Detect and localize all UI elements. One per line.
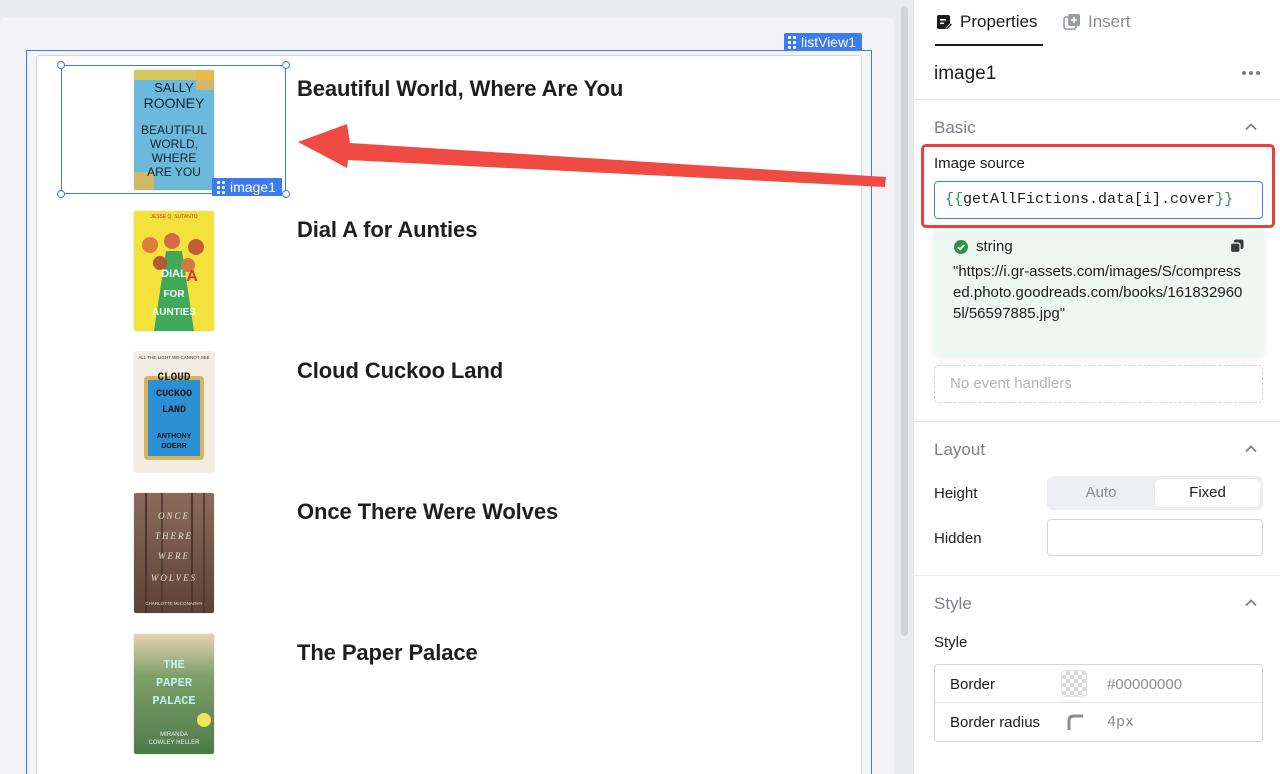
list-item[interactable]: ONCE THERE WERE WOLVES CHARLOTTE McCONAG… bbox=[37, 479, 863, 620]
resize-handle-top-left[interactable] bbox=[57, 61, 65, 69]
check-circle-icon bbox=[954, 239, 968, 254]
image-tag-label: image1 bbox=[230, 179, 276, 195]
height-toggle: Auto Fixed bbox=[1047, 476, 1263, 510]
list-item[interactable]: ALL THE LIGHT WE CANNOT SEE CLOUD CUCKOO… bbox=[37, 338, 863, 479]
section-divider bbox=[914, 421, 1280, 422]
cover-text: PAPER bbox=[156, 676, 193, 690]
cover-text: ANTHONY bbox=[157, 433, 192, 440]
cover-text: CHARLOTTE McCONAGHY bbox=[145, 601, 202, 606]
book-cover-image[interactable]: JESSE Q. SUTANTO DIAL A FOR AUNTIES bbox=[134, 211, 214, 331]
hidden-label: Hidden bbox=[934, 530, 982, 547]
tab-properties[interactable]: Properties bbox=[935, 12, 1044, 46]
border-label: Border bbox=[950, 676, 996, 693]
style-table: Border #00000000 Border radius 4px bbox=[934, 664, 1263, 742]
cover-text: ONCE bbox=[158, 511, 190, 521]
image-selection-frame[interactable] bbox=[57, 61, 290, 198]
eval-value: "https://i.gr-assets.com/images/S/compre… bbox=[953, 263, 1243, 322]
image-component-tag[interactable]: image1 bbox=[212, 178, 282, 196]
list-item[interactable]: JESSE Q. SUTANTO DIAL A FOR AUNTIES Dial… bbox=[37, 197, 863, 338]
annotation-highlight-box bbox=[921, 144, 1275, 228]
event-handlers-empty[interactable]: No event handlers bbox=[934, 365, 1263, 403]
book-title: Dial A for Aunties bbox=[297, 217, 478, 242]
book-cover-image[interactable]: ONCE THERE WERE WOLVES CHARLOTTE McCONAG… bbox=[134, 493, 214, 613]
cover-text: CLOUD bbox=[157, 372, 190, 384]
panel-tabs: Properties Insert bbox=[914, 0, 1280, 46]
style-row-border[interactable]: Border #00000000 bbox=[935, 665, 1262, 703]
editor-canvas: listView1 SALLY ROONEY BEAUTIFUL WORLD, … bbox=[0, 0, 913, 774]
cover-text: JESSE Q. SUTANTO bbox=[150, 214, 197, 220]
evaluation-popover: string "https://i.gr-assets.com/images/S… bbox=[934, 228, 1264, 354]
eval-type-label: string bbox=[976, 238, 1013, 255]
hidden-input[interactable] bbox=[1047, 519, 1263, 556]
book-title: Cloud Cuckoo Land bbox=[297, 358, 504, 383]
cover-text: A bbox=[186, 268, 198, 285]
chevron-up-icon[interactable] bbox=[1244, 120, 1258, 134]
chevron-up-icon[interactable] bbox=[1244, 596, 1258, 610]
border-radius-label: Border radius bbox=[950, 714, 1041, 731]
tab-label: Properties bbox=[960, 12, 1038, 31]
book-title: Beautiful World, Where Are You bbox=[297, 76, 624, 101]
canvas-scrollbar[interactable] bbox=[901, 6, 908, 636]
cover-text: THERE bbox=[155, 531, 193, 541]
section-basic-header[interactable]: Basic bbox=[934, 118, 976, 138]
listview-tag-label: listView1 bbox=[801, 34, 856, 50]
cover-text: AUNTIES bbox=[152, 307, 196, 318]
cover-text: DIAL bbox=[161, 268, 187, 280]
cover-text: ALL THE LIGHT WE CANNOT SEE bbox=[138, 355, 209, 360]
drag-handle-icon[interactable] bbox=[217, 180, 225, 194]
height-option-auto[interactable]: Auto bbox=[1047, 476, 1155, 510]
cover-text: DOERR bbox=[161, 443, 186, 450]
cover-text: LAND bbox=[162, 405, 186, 416]
list-item[interactable]: THE PAPER PALACE MIRANDA COWLEY HELLER T… bbox=[37, 620, 863, 761]
properties-icon bbox=[937, 15, 953, 30]
cover-text: FOR bbox=[163, 289, 185, 300]
section-layout-header[interactable]: Layout bbox=[934, 440, 985, 460]
section-divider bbox=[914, 575, 1280, 576]
border-radius-value[interactable]: 4px bbox=[1107, 714, 1134, 731]
cover-text: PALACE bbox=[152, 694, 195, 708]
cover-text: COWLEY HELLER bbox=[149, 740, 201, 746]
cover-text: WERE bbox=[158, 551, 190, 561]
book-title: Once There Were Wolves bbox=[297, 499, 559, 524]
book-cover-image[interactable]: ALL THE LIGHT WE CANNOT SEE CLOUD CUCKOO… bbox=[134, 352, 214, 472]
height-option-fixed[interactable]: Fixed bbox=[1155, 479, 1260, 507]
more-icon[interactable] bbox=[1242, 71, 1260, 75]
style-row-border-radius[interactable]: Border radius 4px bbox=[935, 703, 1262, 741]
chevron-up-icon[interactable] bbox=[1244, 442, 1258, 456]
properties-panel: Properties Insert image1 Basic Image sou… bbox=[913, 0, 1280, 774]
tab-insert[interactable]: Insert bbox=[1063, 12, 1131, 46]
resize-handle-top-right[interactable] bbox=[282, 61, 290, 69]
border-color-value[interactable]: #00000000 bbox=[1107, 676, 1182, 693]
component-header: image1 bbox=[914, 46, 1280, 100]
resize-handle-bottom-right[interactable] bbox=[282, 190, 290, 198]
border-radius-icon bbox=[1067, 714, 1083, 730]
cover-text: MIRANDA bbox=[160, 732, 188, 738]
color-swatch[interactable] bbox=[1061, 670, 1087, 697]
copy-icon[interactable] bbox=[1230, 239, 1244, 253]
insert-icon bbox=[1063, 14, 1080, 30]
height-label: Height bbox=[934, 485, 978, 502]
style-label: Style bbox=[934, 634, 968, 651]
resize-handle-bottom-left[interactable] bbox=[57, 190, 65, 198]
cover-text: THE bbox=[163, 658, 185, 672]
cover-text: CUCKOO bbox=[156, 389, 192, 400]
drag-handle-icon[interactable] bbox=[788, 35, 796, 49]
component-name[interactable]: image1 bbox=[934, 63, 996, 85]
listview-tag[interactable]: listView1 bbox=[784, 33, 862, 51]
section-style-header[interactable]: Style bbox=[934, 594, 972, 614]
book-cover-image[interactable]: THE PAPER PALACE MIRANDA COWLEY HELLER bbox=[134, 634, 214, 754]
eval-type: string bbox=[954, 238, 1013, 255]
tab-label: Insert bbox=[1088, 12, 1131, 31]
cover-text: WOLVES bbox=[151, 573, 197, 583]
book-title: The Paper Palace bbox=[297, 640, 478, 665]
